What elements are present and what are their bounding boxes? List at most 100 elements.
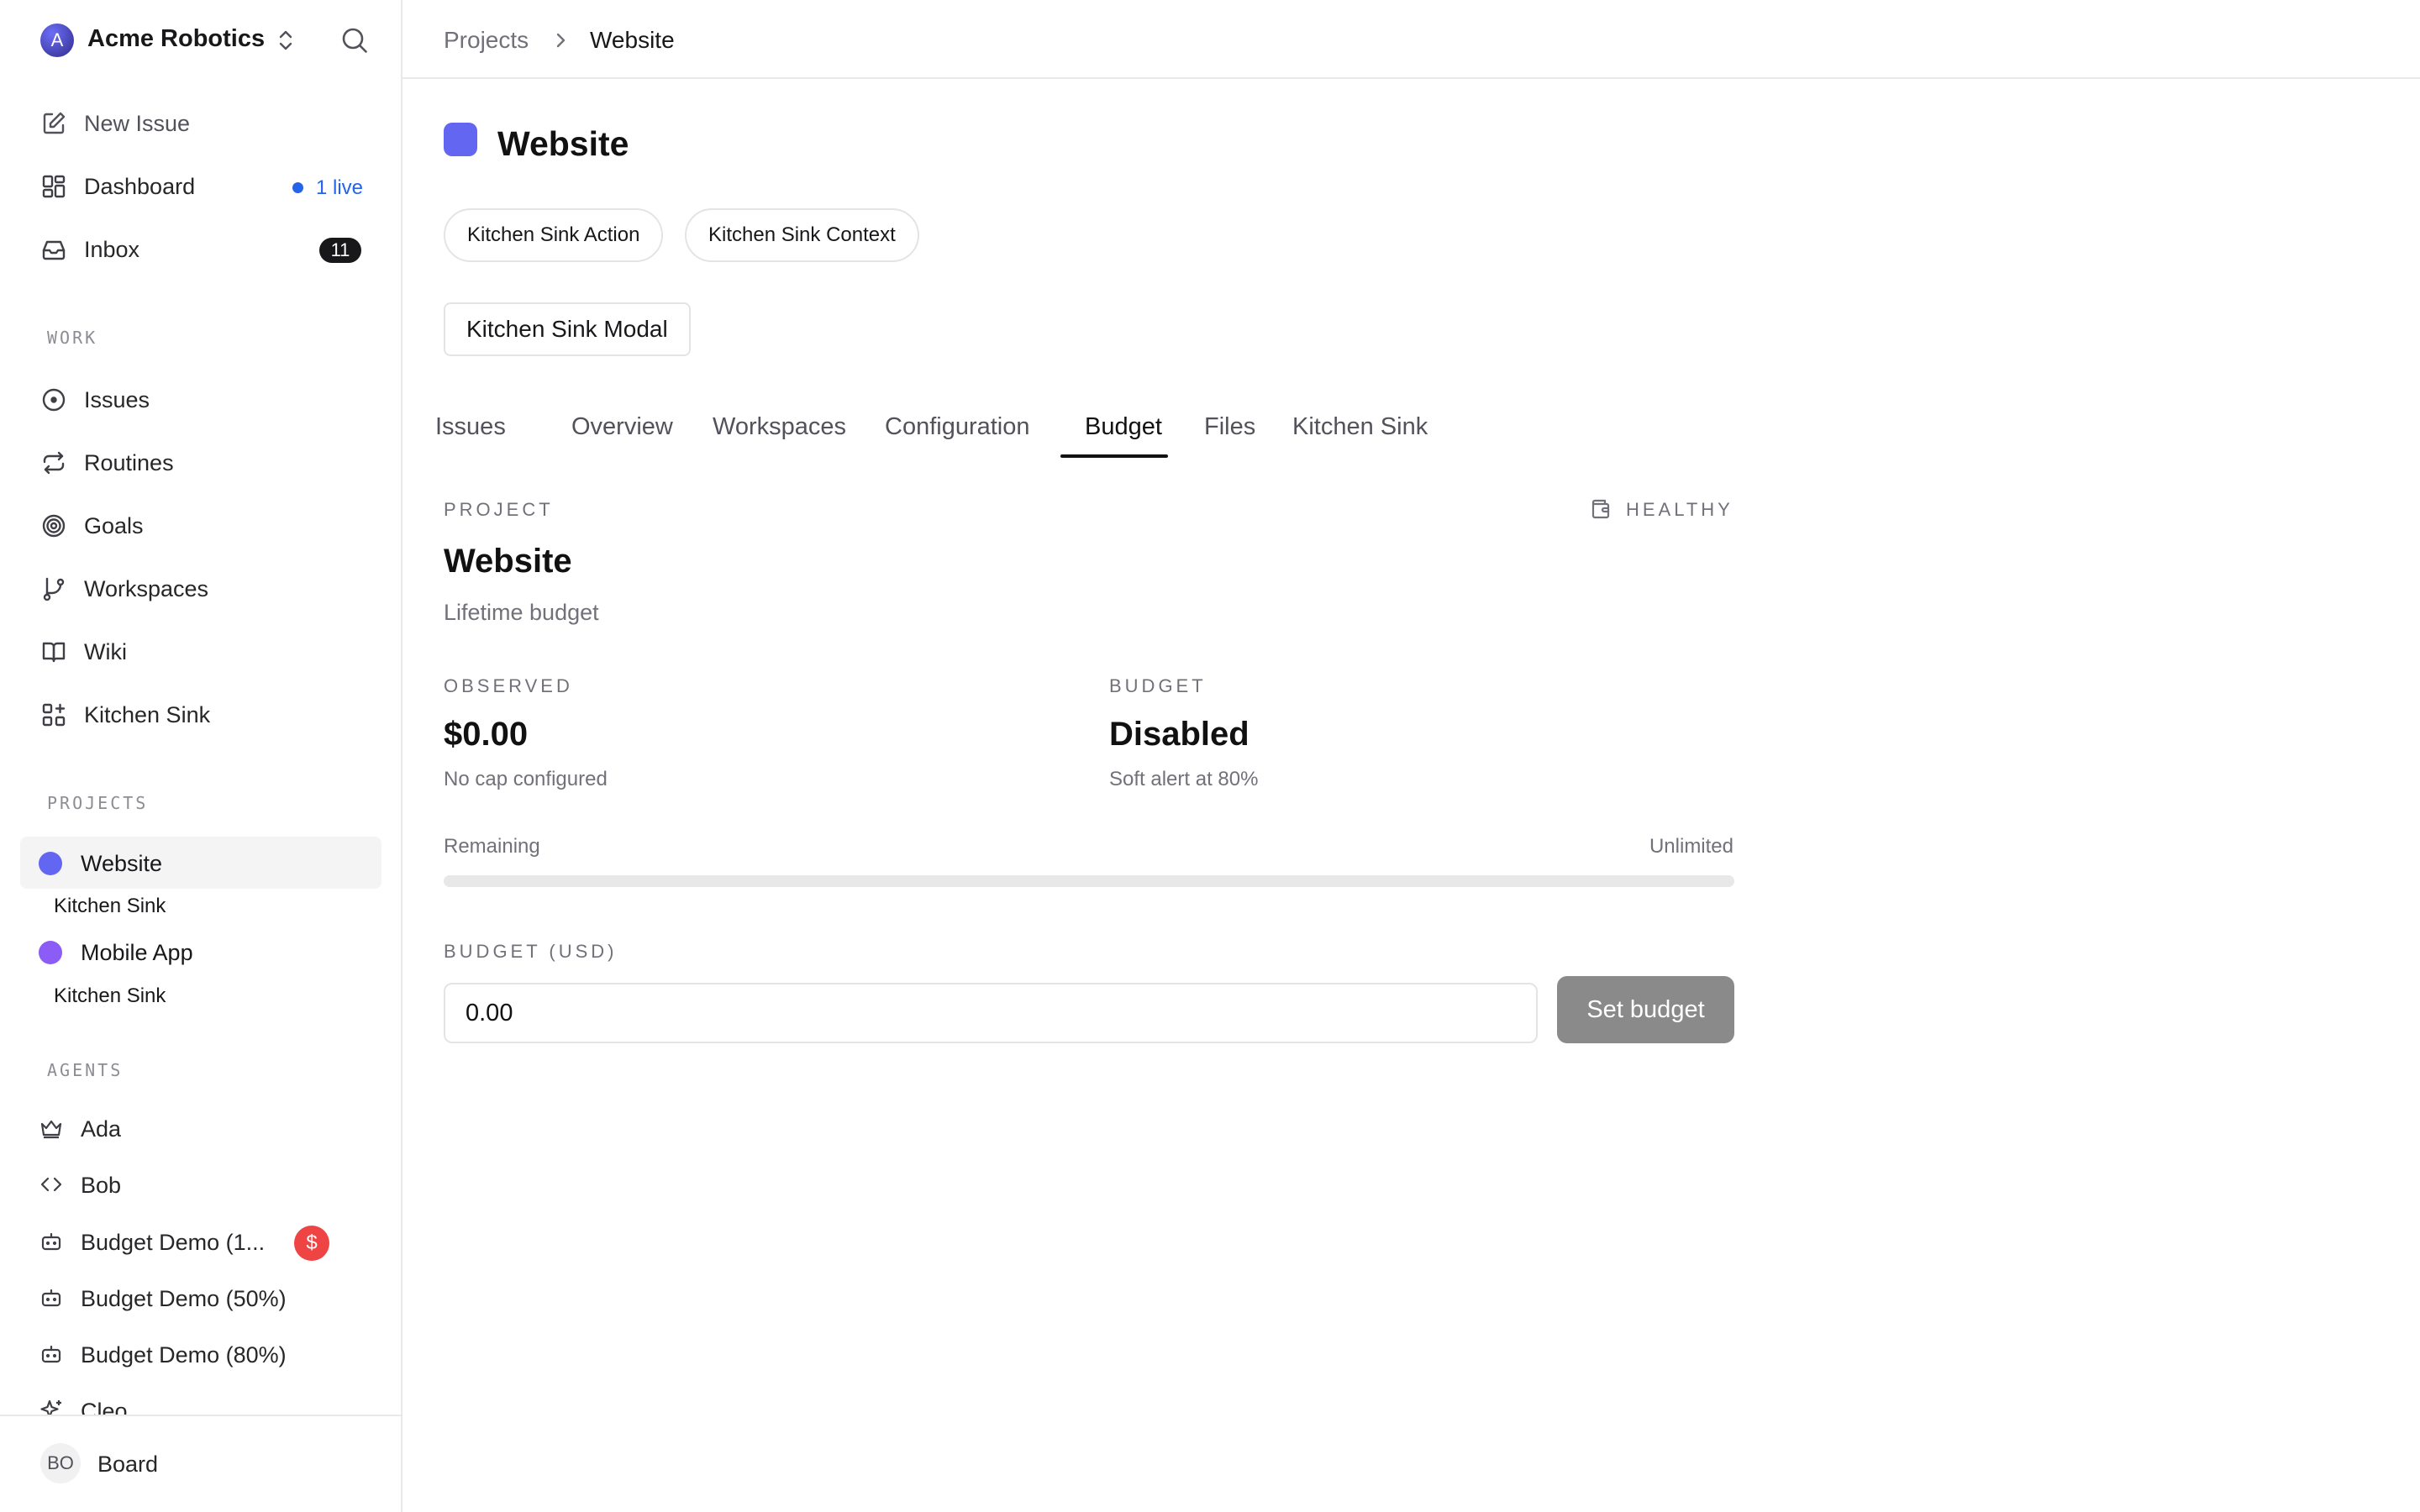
git-branch-icon	[40, 575, 67, 602]
tab-workspaces[interactable]: Workspaces	[699, 413, 860, 457]
tab-budget[interactable]: Budget	[1071, 413, 1176, 457]
budget-input-label: BUDGET (USD)	[444, 941, 618, 962]
dashboard-label: Dashboard	[84, 174, 196, 199]
project-color-dot	[39, 941, 62, 964]
agent-label: Budget Demo (80%)	[81, 1342, 287, 1368]
inbox-label: Inbox	[84, 237, 140, 262]
agent-label: Budget Demo (1...	[81, 1230, 266, 1255]
agent-label: Ada	[81, 1116, 122, 1142]
sidebar-agent-budget-demo-80[interactable]: Budget Demo (80%)	[20, 1330, 381, 1380]
kitchen-sink-label: Kitchen Sink	[84, 702, 211, 727]
new-issue-label: New Issue	[84, 111, 191, 136]
budget-section-title: Website	[444, 543, 572, 580]
project-color-swatch	[444, 123, 477, 156]
tab-configuration[interactable]: Configuration	[871, 413, 1044, 457]
project-label: Website	[81, 851, 163, 876]
chevron-right-icon	[551, 30, 570, 50]
sidebar-agent-bob[interactable]: Bob	[20, 1160, 381, 1210]
sidebar-item-wiki[interactable]: Wiki	[20, 625, 381, 679]
observed-label: OBSERVED	[444, 675, 573, 696]
tab-issues[interactable]: Issues	[422, 413, 519, 457]
search-icon[interactable]	[339, 25, 370, 55]
bot-icon	[39, 1341, 64, 1367]
budget-note: Soft alert at 80%	[1109, 768, 1259, 790]
sidebar-item-goals[interactable]: Goals	[20, 499, 381, 553]
agent-label: Budget Demo (50%)	[81, 1286, 287, 1311]
observed-note: No cap configured	[444, 768, 608, 790]
goals-label: Goals	[84, 513, 144, 538]
user-avatar[interactable]: BO	[40, 1443, 81, 1483]
wiki-label: Wiki	[84, 639, 127, 664]
agent-label: Bob	[81, 1173, 122, 1198]
grid-plus-icon	[40, 701, 67, 728]
sidebar-project-mobile-app[interactable]: Mobile App	[20, 926, 381, 978]
sidebar: A Acme Robotics New Issue Dashboard 1 li…	[0, 0, 402, 1512]
sidebar-subitem-kitchen-sink[interactable]: Kitchen Sink	[54, 895, 166, 918]
routines-label: Routines	[84, 450, 174, 475]
remaining-value: Unlimited	[1649, 835, 1733, 858]
crown-icon	[39, 1116, 64, 1141]
workspace-name[interactable]: Acme Robotics	[87, 25, 265, 53]
target-icon	[40, 512, 67, 539]
workspace-avatar[interactable]: A	[40, 24, 74, 57]
main-content: Website Kitchen Sink Action Kitchen Sink…	[402, 79, 2420, 1512]
circle-dot-icon	[40, 386, 67, 413]
budget-label: BUDGET	[1109, 675, 1207, 696]
kitchen-sink-action-button[interactable]: Kitchen Sink Action	[444, 208, 664, 262]
live-count: 1 live	[316, 176, 364, 199]
page-title: Website	[497, 124, 629, 163]
live-indicator-dot	[292, 182, 303, 193]
sidebar-item-routines[interactable]: Routines	[20, 436, 381, 490]
workspaces-label: Workspaces	[84, 576, 209, 601]
issues-label: Issues	[84, 387, 150, 412]
sidebar-agent-budget-demo-1[interactable]: Budget Demo (1... $	[20, 1217, 381, 1268]
observed-value: $0.00	[444, 716, 529, 753]
work-section-label: WORK	[47, 328, 98, 348]
breadcrumb-projects-link[interactable]: Projects	[444, 27, 529, 54]
sidebar-item-dashboard[interactable]: Dashboard 1 live	[20, 160, 381, 213]
tab-overview[interactable]: Overview	[558, 413, 687, 457]
project-overline: PROJECT	[444, 499, 554, 520]
sidebar-agent-ada[interactable]: Ada	[20, 1104, 381, 1154]
budget-amount-input[interactable]	[444, 983, 1538, 1043]
sidebar-item-inbox[interactable]: Inbox 11	[20, 223, 381, 276]
code-icon	[39, 1172, 64, 1197]
budget-progress-bar	[444, 875, 1734, 887]
kitchen-sink-context-button[interactable]: Kitchen Sink Context	[685, 208, 919, 262]
sidebar-item-workspaces[interactable]: Workspaces	[20, 562, 381, 616]
sidebar-agent-budget-demo-50[interactable]: Budget Demo (50%)	[20, 1273, 381, 1324]
budget-alert-badge: $	[294, 1226, 329, 1261]
user-name[interactable]: Board	[97, 1452, 158, 1478]
chevron-up-down-icon[interactable]	[274, 27, 297, 54]
edit-icon	[40, 110, 67, 137]
workspace-header: A Acme Robotics	[0, 0, 401, 81]
new-issue-button[interactable]: New Issue	[20, 97, 381, 150]
sidebar-project-website[interactable]: Website	[20, 837, 381, 889]
agents-section-label: AGENTS	[47, 1060, 124, 1080]
dashboard-icon	[40, 173, 67, 200]
budget-value: Disabled	[1109, 716, 1249, 753]
sidebar-subitem-kitchen-sink[interactable]: Kitchen Sink	[54, 984, 166, 1008]
budget-section-subtitle: Lifetime budget	[444, 600, 599, 625]
bot-icon	[39, 1229, 64, 1254]
bot-icon	[39, 1285, 64, 1310]
project-color-dot	[39, 852, 62, 875]
repeat-icon	[40, 449, 67, 476]
wallet-icon	[1589, 497, 1612, 521]
sidebar-item-issues[interactable]: Issues	[20, 373, 381, 427]
remaining-label: Remaining	[444, 835, 540, 858]
project-label: Mobile App	[81, 940, 193, 965]
status-text: HEALTHY	[1626, 499, 1733, 520]
sidebar-footer: BO Board	[0, 1415, 401, 1512]
inbox-count-badge: 11	[319, 238, 361, 263]
projects-section-label: PROJECTS	[47, 793, 149, 813]
set-budget-button[interactable]: Set budget	[1557, 976, 1734, 1043]
sidebar-item-kitchen-sink[interactable]: Kitchen Sink	[20, 688, 381, 742]
active-tab-indicator	[1060, 454, 1168, 458]
kitchen-sink-modal-button[interactable]: Kitchen Sink Modal	[444, 302, 691, 356]
inbox-icon	[40, 236, 67, 263]
breadcrumb: Projects Website	[402, 0, 2420, 79]
tab-kitchen-sink[interactable]: Kitchen Sink	[1279, 413, 1441, 457]
tab-files[interactable]: Files	[1191, 413, 1269, 457]
breadcrumb-current: Website	[590, 27, 675, 53]
